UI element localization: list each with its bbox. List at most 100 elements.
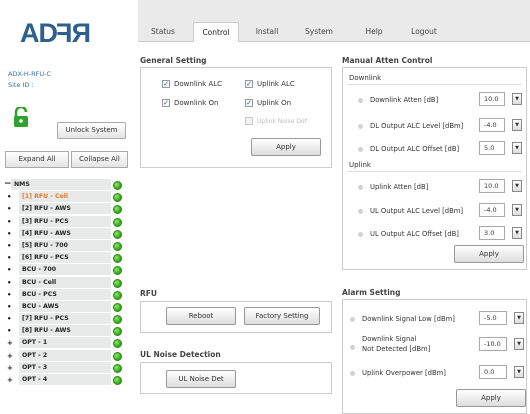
unlock-system-button[interactable]: Unlock System (57, 122, 126, 139)
bullet-icon: • (7, 315, 12, 324)
tree-node[interactable]: • [7] RFU - PCS (0, 313, 132, 325)
alarm-setting-panel: Downlink Signal Low [dBm] -5.0 ▼ Downlin… (342, 299, 527, 414)
bullet-icon: • (7, 193, 12, 202)
chevron-down-icon[interactable]: ▼ (514, 338, 524, 350)
downlink-atten-select[interactable]: 10.0 (479, 92, 505, 106)
expand-icon[interactable]: + (7, 337, 13, 349)
bullet-icon: • (7, 241, 12, 250)
rfu-title: RFU (140, 289, 157, 298)
status-ok-icon (113, 181, 122, 190)
rfu-panel: Reboot Factory Setting (140, 301, 332, 333)
alarm-apply-button[interactable]: Apply (456, 389, 526, 407)
chevron-down-icon[interactable]: ▼ (512, 227, 522, 239)
uplink-overpower-label: Uplink Overpower [dBm] (362, 369, 446, 377)
chevron-down-icon[interactable]: ▼ (514, 366, 524, 378)
tab-system[interactable]: System (299, 22, 339, 42)
tree-node[interactable]: + OPT - 3 (0, 361, 132, 374)
tree-node[interactable]: • BCU - Cell (0, 276, 132, 289)
expand-icon[interactable]: + (7, 374, 13, 386)
uplink-noise-det-checkbox (245, 117, 253, 125)
tree-node[interactable]: • [6] RFU - PCS (0, 252, 132, 264)
brand-logo: ADRF (20, 18, 91, 48)
tree-node[interactable]: • BCU - 700 (0, 264, 132, 276)
status-ok-icon (113, 290, 122, 300)
bullet-icon: • (7, 327, 12, 336)
bullet-icon: • (7, 229, 12, 238)
tree-node[interactable]: • [1] RFU - Cell (0, 191, 132, 203)
manual-atten-title: Manual Atten Control (342, 56, 433, 65)
downlink-not-detected-select[interactable]: -10.0 (479, 337, 507, 351)
chevron-down-icon[interactable]: ▼ (512, 180, 522, 192)
chevron-down-icon[interactable]: ▼ (514, 312, 524, 324)
uplink-on-label: Uplink On (257, 99, 292, 107)
status-ok-icon (113, 193, 122, 203)
uplink-atten-select[interactable]: 10.0 (479, 179, 505, 193)
downlink-signal-low-select[interactable]: -5.0 (479, 311, 507, 325)
uplink-on-checkbox[interactable]: ✓ (245, 99, 253, 107)
device-tree: − NMS • [1] RFU - Cell • [2] RFU - AWS • [3]… (0, 179, 132, 386)
status-ok-icon (113, 266, 122, 276)
chevron-down-icon[interactable]: ▼ (512, 204, 522, 216)
tree-node[interactable]: • [5] RFU - 700 (0, 239, 132, 252)
site-id-label: Site ID : (8, 81, 34, 89)
expand-all-button[interactable]: Expand All (5, 151, 69, 168)
general-setting-panel: ✓ Downlink ALC ✓ Uplink ALC ✓ Downlink O… (140, 67, 332, 168)
downlink-on-checkbox[interactable]: ✓ (162, 99, 170, 107)
status-ok-icon (113, 302, 122, 312)
ul-output-alc-offset-select[interactable]: 3.0 (479, 226, 505, 240)
tree-node[interactable]: + OPT - 1 (0, 337, 132, 349)
dl-output-alc-offset-select[interactable]: 5.0 (479, 141, 505, 155)
tree-node[interactable]: • [2] RFU - AWS (0, 203, 132, 215)
device-model: ADX-H-RFU-C (8, 70, 52, 78)
row-bullet-icon (358, 185, 363, 190)
status-ok-icon (113, 241, 122, 251)
chevron-down-icon[interactable]: ▼ (512, 93, 522, 105)
tab-help[interactable]: Help (358, 22, 390, 42)
bullet-icon: • (7, 302, 12, 311)
uplink-overpower-select[interactable]: 0.0 (479, 365, 507, 379)
status-ok-icon (113, 363, 122, 373)
downlink-header: Downlink (349, 74, 382, 82)
tree-node[interactable]: • [8] RFU - AWS (0, 325, 132, 337)
dl-output-alc-level-label: DL Output ALC Level [dBm] (370, 122, 464, 130)
general-setting-title: General Setting (140, 56, 207, 65)
downlink-alc-label: Downlink ALC (174, 80, 223, 88)
tab-install[interactable]: Install (247, 22, 287, 42)
dl-output-alc-level-select[interactable]: -4.0 (479, 118, 505, 132)
unlocked-padlock-icon (14, 107, 28, 127)
tree-node-nms[interactable]: − NMS (0, 179, 132, 191)
chevron-down-icon[interactable]: ▼ (512, 119, 522, 131)
chevron-down-icon[interactable]: ▼ (512, 142, 522, 154)
brand-logo-r: RF (57, 18, 91, 48)
status-ok-icon (113, 205, 122, 215)
tree-node[interactable]: • BCU - AWS (0, 300, 132, 313)
status-ok-icon (113, 217, 122, 227)
tab-status[interactable]: Status (144, 22, 182, 42)
status-ok-icon (113, 278, 122, 288)
collapse-all-button[interactable]: Collapse All (71, 151, 128, 168)
tab-control[interactable]: Control (193, 22, 239, 42)
ul-noise-det-button[interactable]: UL Noise Det (166, 370, 236, 388)
reboot-button[interactable]: Reboot (166, 307, 236, 325)
tree-node[interactable]: + OPT - 2 (0, 349, 132, 362)
tab-logout[interactable]: Logout (404, 22, 444, 42)
general-apply-button[interactable]: Apply (251, 138, 321, 156)
manual-atten-apply-button[interactable]: Apply (454, 245, 524, 263)
bullet-icon: • (7, 290, 12, 299)
dl-output-alc-offset-label: DL Output ALC Offset [dB] (370, 145, 460, 153)
downlink-alc-checkbox[interactable]: ✓ (162, 80, 170, 88)
expand-icon[interactable]: + (7, 350, 13, 362)
downlink-atten-label: Downlink Atten [dB] (370, 96, 439, 104)
ul-output-alc-level-label: UL Output ALC Level [dBm] (370, 207, 464, 215)
uplink-alc-checkbox[interactable]: ✓ (245, 80, 253, 88)
expand-icon[interactable]: + (7, 362, 13, 374)
downlink-signal-low-label: Downlink Signal Low [dBm] (362, 315, 455, 323)
ul-output-alc-level-select[interactable]: -4.0 (479, 203, 505, 217)
uplink-noise-det-label: Uplink Noise Det (257, 118, 307, 125)
tree-node[interactable]: • [3] RFU - PCS (0, 215, 132, 228)
factory-setting-button[interactable]: Factory Setting (244, 307, 320, 325)
tree-node[interactable]: • [4] RFU - AWS (0, 227, 132, 240)
bullet-icon: • (7, 217, 12, 226)
tree-node[interactable]: + OPT - 4 (0, 374, 132, 386)
tree-node[interactable]: • BCU - PCS (0, 288, 132, 301)
